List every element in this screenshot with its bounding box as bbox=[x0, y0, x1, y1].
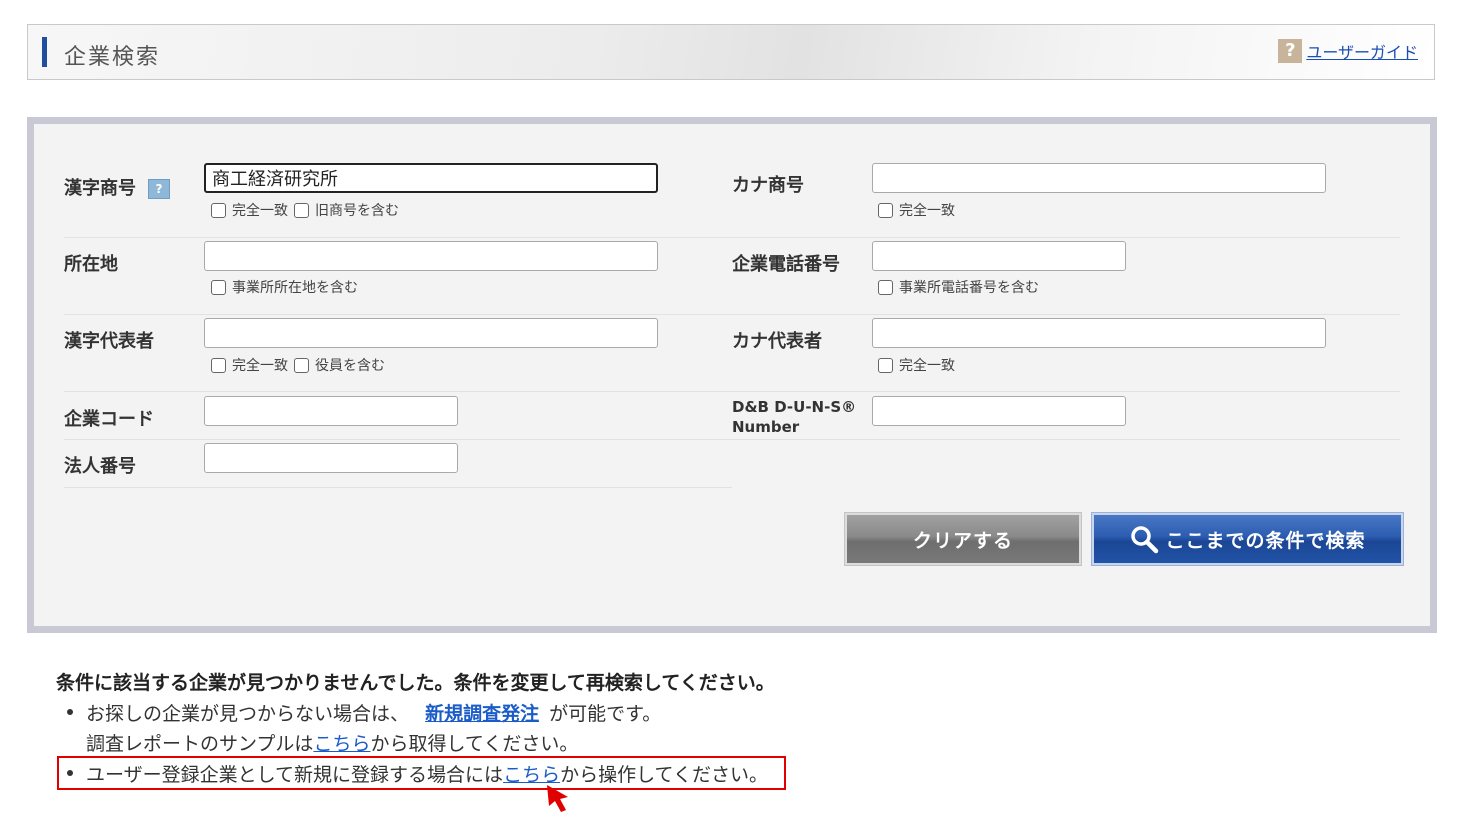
company-code-label: 企業コード bbox=[64, 409, 154, 430]
message-text: から取得してください。 bbox=[370, 733, 579, 755]
kana-rep-label: カナ代表者 bbox=[732, 331, 822, 352]
kanji-rep-options: 完全一致 役員を含む bbox=[211, 355, 391, 375]
phone-input[interactable] bbox=[872, 241, 1126, 271]
pointer-arrow-icon bbox=[547, 785, 568, 812]
checkbox-label: 役員を含む bbox=[315, 358, 385, 374]
include-office-phone-checkbox[interactable]: 事業所電話番号を含む bbox=[878, 277, 1039, 297]
include-old-name-checkbox[interactable]: 旧商号を含む bbox=[294, 200, 399, 220]
checkbox-box[interactable] bbox=[294, 357, 309, 373]
checkbox-label: 旧商号を含む bbox=[315, 203, 399, 219]
search-icon bbox=[1131, 526, 1159, 554]
kanji-rep-label: 漢字代表者 bbox=[64, 331, 154, 352]
checkbox-box[interactable] bbox=[211, 357, 226, 373]
checkbox-label: 事業所電話番号を含む bbox=[899, 280, 1039, 296]
checkbox-box[interactable] bbox=[211, 279, 226, 295]
checkbox-box[interactable] bbox=[878, 279, 893, 295]
sample-report-link[interactable]: こちら bbox=[313, 733, 370, 755]
message-text: が可能です。 bbox=[549, 703, 662, 725]
search-panel: 漢字商号? 完全一致 旧商号を含む カナ商号 完全一致 所在地 事業所所在地を含… bbox=[27, 117, 1437, 633]
kana-name-label: カナ商号 bbox=[732, 175, 804, 196]
address-options: 事業所所在地を含む bbox=[211, 277, 364, 297]
include-office-address-checkbox[interactable]: 事業所所在地を含む bbox=[211, 277, 358, 297]
kanji-name-input[interactable] bbox=[204, 163, 658, 193]
user-guide-link[interactable]: ユーザーガイド bbox=[1306, 39, 1418, 63]
new-survey-order-link[interactable]: 新規調査発注 bbox=[425, 703, 539, 725]
kana-rep-options: 完全一致 bbox=[878, 355, 961, 375]
no-results-message: 条件に該当する企業が見つかりませんでした。条件を変更して再検索してください。 bbox=[56, 672, 775, 694]
exact-match-checkbox[interactable]: 完全一致 bbox=[211, 355, 288, 375]
duns-label: D&B D-U-N-S® Number bbox=[732, 397, 872, 437]
page-title: 企業検索 bbox=[64, 45, 161, 70]
clear-button[interactable]: クリアする bbox=[844, 512, 1082, 566]
duns-input[interactable] bbox=[872, 396, 1126, 426]
exact-match-checkbox[interactable]: 完全一致 bbox=[878, 355, 955, 375]
kana-rep-input[interactable] bbox=[872, 318, 1326, 348]
phone-options: 事業所電話番号を含む bbox=[878, 277, 1045, 297]
checkbox-label: 事業所所在地を含む bbox=[232, 280, 358, 296]
address-input[interactable] bbox=[204, 241, 658, 271]
phone-label: 企業電話番号 bbox=[732, 254, 840, 275]
kanji-name-options: 完全一致 旧商号を含む bbox=[211, 200, 405, 220]
duns-label-line1: D&B D-U-N-S® bbox=[732, 398, 857, 416]
checkbox-box[interactable] bbox=[211, 202, 226, 218]
clear-button-label: クリアする bbox=[912, 529, 1013, 552]
kanji-name-label: 漢字商号? bbox=[64, 174, 170, 200]
help-icon[interactable]: ? bbox=[148, 179, 170, 199]
checkbox-label: 完全一致 bbox=[232, 358, 288, 374]
exact-match-checkbox[interactable]: 完全一致 bbox=[878, 200, 955, 220]
kanji-rep-input[interactable] bbox=[204, 318, 658, 348]
address-label: 所在地 bbox=[64, 254, 118, 275]
corp-number-label: 法人番号 bbox=[64, 456, 136, 477]
checkbox-box[interactable] bbox=[878, 202, 893, 218]
page-header: 企業検索 ? ユーザーガイド bbox=[27, 24, 1435, 80]
message-text: お探しの企業が見つからない場合は、 bbox=[86, 703, 410, 725]
company-code-input[interactable] bbox=[204, 396, 458, 426]
corp-number-input[interactable] bbox=[204, 443, 458, 473]
bullet-1 bbox=[67, 709, 73, 715]
checkbox-box[interactable] bbox=[878, 357, 893, 373]
checkbox-label: 完全一致 bbox=[899, 358, 955, 374]
message-text: 調査レポートのサンプルは bbox=[86, 733, 314, 755]
search-button[interactable]: ここまでの条件で検索 bbox=[1091, 512, 1404, 566]
search-button-label: ここまでの条件で検索 bbox=[1165, 529, 1366, 552]
message-line-2: 調査レポートのサンプルはこちらから取得してください。 bbox=[86, 729, 578, 756]
duns-label-line2: Number bbox=[732, 418, 800, 436]
include-officers-checkbox[interactable]: 役員を含む bbox=[294, 355, 385, 375]
highlight-box bbox=[57, 756, 786, 790]
help-icon[interactable]: ? bbox=[1278, 39, 1303, 63]
message-line-1: お探しの企業が見つからない場合は、 新規調査発注 が可能です。 bbox=[86, 699, 661, 726]
checkbox-label: 完全一致 bbox=[232, 203, 288, 219]
checkbox-box[interactable] bbox=[294, 202, 309, 218]
kanji-name-label-text: 漢字商号 bbox=[64, 178, 136, 199]
header-accent-bar bbox=[42, 37, 47, 67]
exact-match-checkbox[interactable]: 完全一致 bbox=[211, 200, 288, 220]
kana-name-input[interactable] bbox=[872, 163, 1326, 193]
user-guide[interactable]: ? ユーザーガイド bbox=[1278, 39, 1418, 63]
kana-name-options: 完全一致 bbox=[878, 200, 961, 220]
checkbox-label: 完全一致 bbox=[899, 203, 955, 219]
